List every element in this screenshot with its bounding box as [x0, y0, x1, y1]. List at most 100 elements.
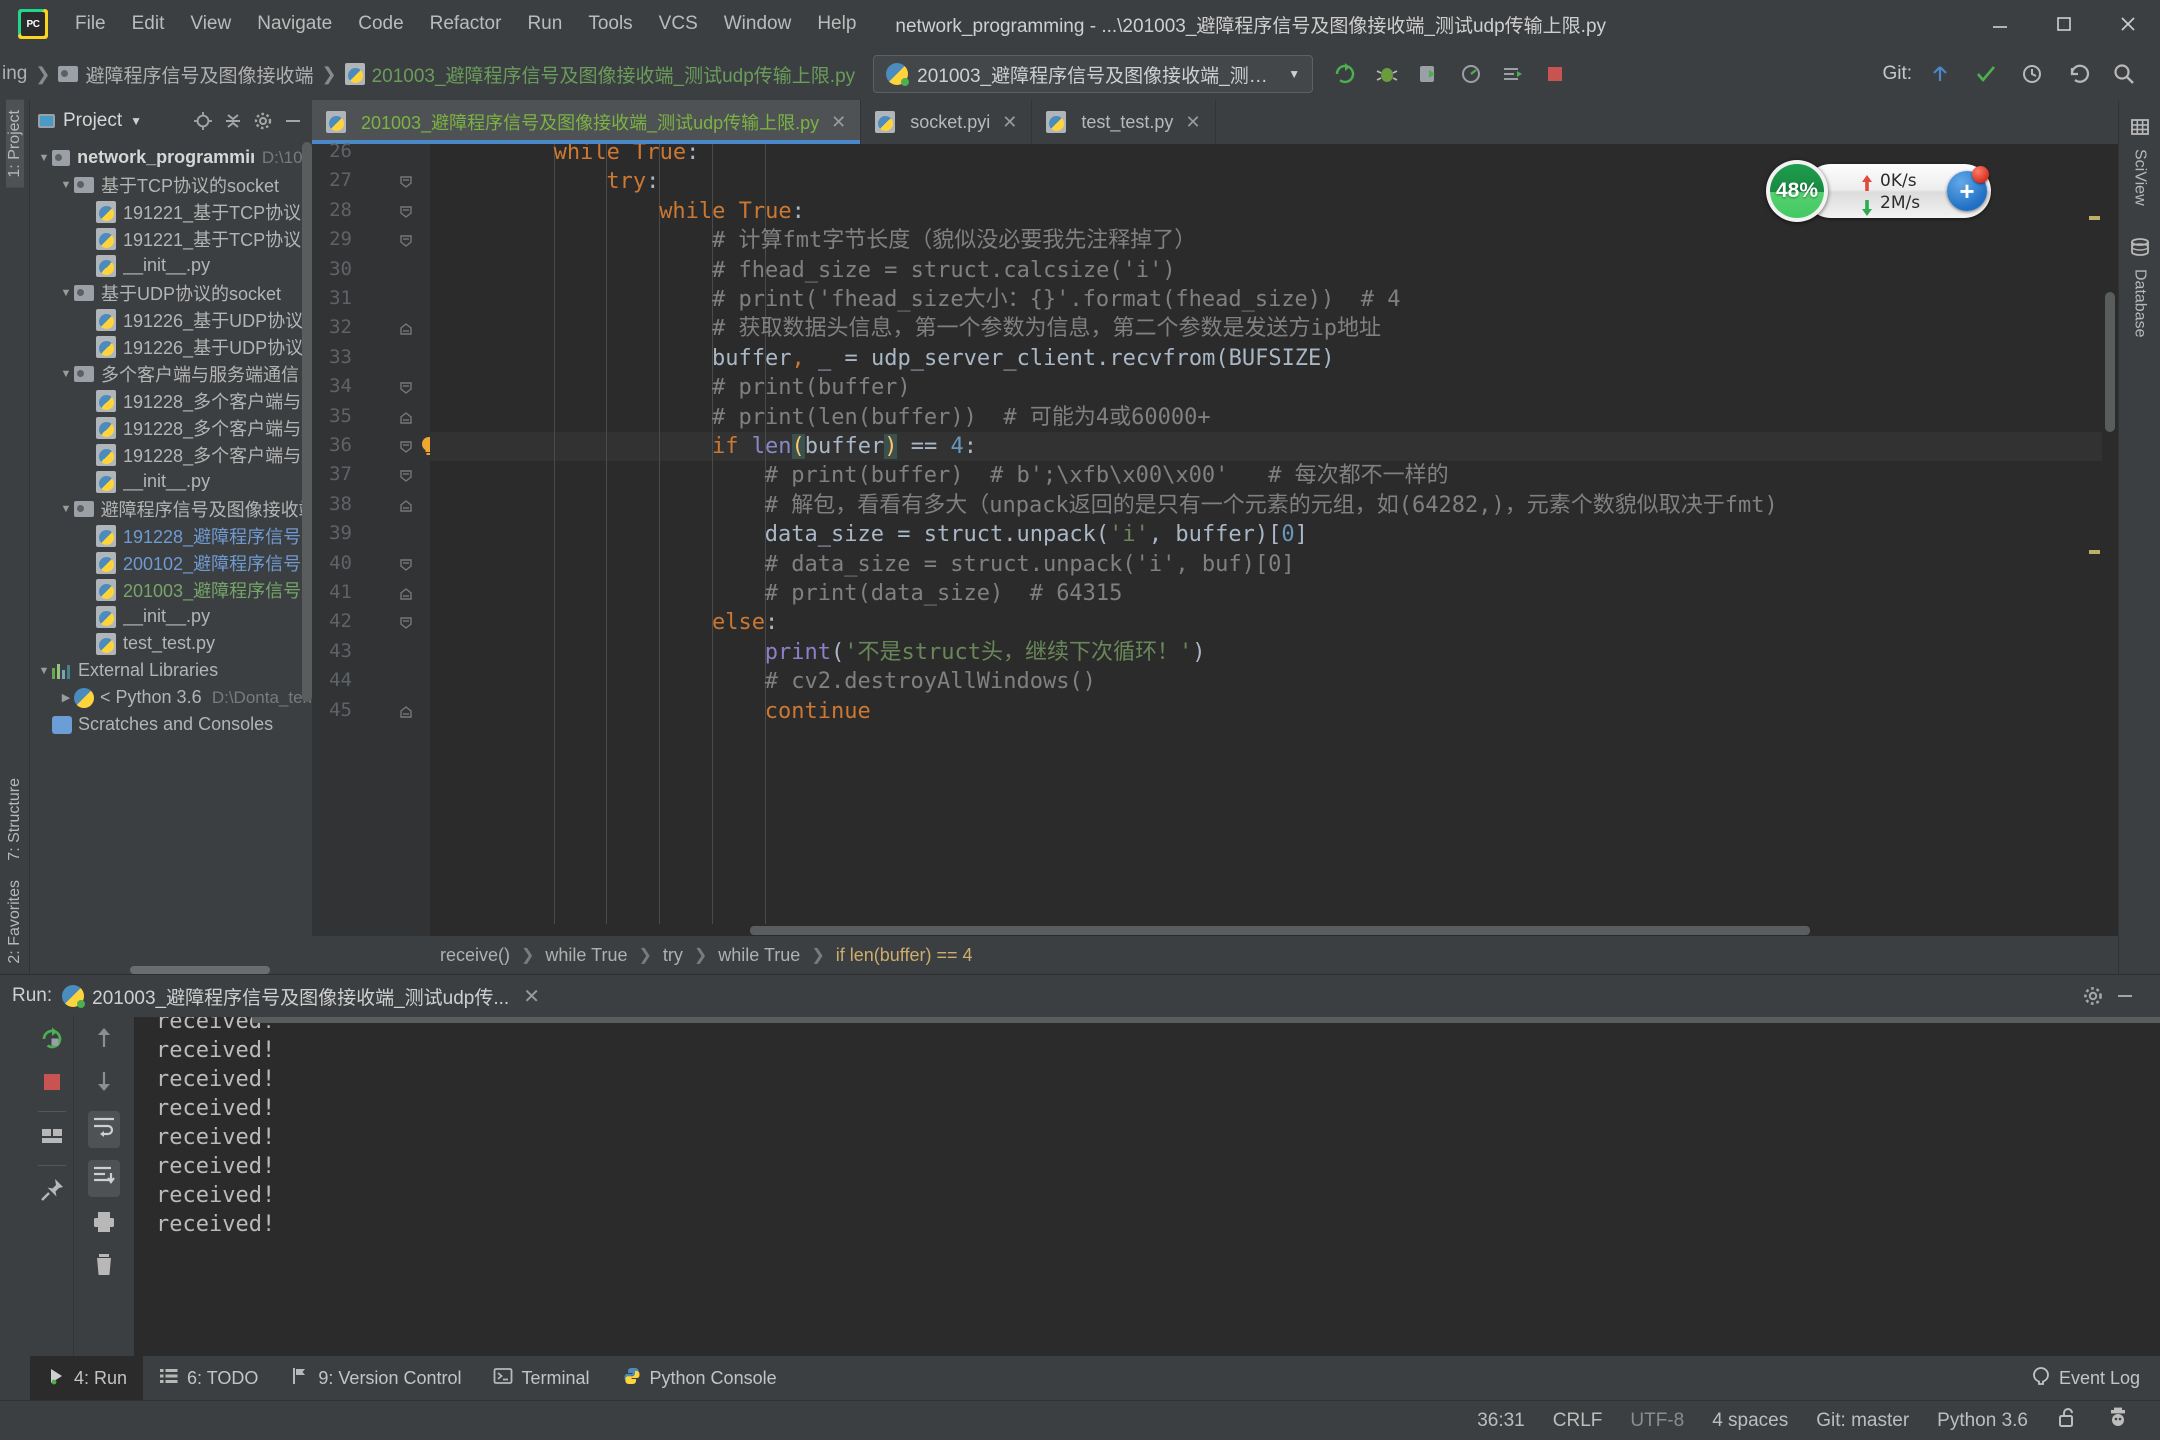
close-icon[interactable]: ✕: [1185, 112, 1200, 133]
tree-item[interactable]: __init__.py: [30, 252, 312, 279]
rerun-icon[interactable]: [1327, 56, 1363, 92]
code-line[interactable]: buffer, _ = udp_server_client.recvfrom(B…: [430, 344, 1335, 373]
line-number[interactable]: 44: [329, 669, 352, 691]
fold-open-icon[interactable]: [398, 174, 414, 190]
project-tree-hscrollbar[interactable]: [130, 966, 270, 974]
chevron-down-icon[interactable]: ▼: [130, 114, 142, 128]
sidebar-item-project[interactable]: 1: Project: [5, 100, 24, 188]
code-line[interactable]: # print(data_size) # 64315: [430, 579, 1123, 608]
network-usage-gauge[interactable]: 48%: [1766, 160, 1828, 222]
code-breadcrumb-item[interactable]: if len(buffer) == 4: [836, 945, 973, 966]
hscroll-thumb[interactable]: [750, 926, 1810, 935]
unlocked-icon[interactable]: [2042, 1406, 2092, 1436]
run-configuration-selector[interactable]: 201003_避障程序信号及图像接收端_测试udp传输上限 ▼: [873, 55, 1314, 93]
tree-item[interactable]: ▼ 避障程序信号及图像接收端: [30, 495, 312, 522]
line-number[interactable]: 43: [329, 640, 352, 662]
chevron-right-icon[interactable]: ▶: [58, 691, 74, 704]
breadcrumb-file[interactable]: 201003_避障程序信号及图像接收端_测试udp传输上限.py: [344, 61, 855, 88]
line-number[interactable]: 36: [329, 434, 352, 456]
network-speed-widget[interactable]: 0K/s 2M/s + 48%: [1766, 160, 1991, 222]
tree-item[interactable]: Scratches and Consoles: [30, 711, 312, 738]
code-line[interactable]: continue: [430, 697, 871, 726]
line-separator[interactable]: CRLF: [1539, 1410, 1617, 1432]
code-breadcrumb-item[interactable]: while True: [718, 945, 800, 966]
console-output[interactable]: received! received! received! received! rece…: [134, 1017, 2160, 1356]
chevron-down-icon[interactable]: ▼: [58, 368, 74, 380]
fold-close-icon[interactable]: [398, 704, 414, 720]
code-line[interactable]: data_size = struct.unpack('i', buffer)[0…: [430, 520, 1308, 549]
close-icon[interactable]: ✕: [1002, 112, 1017, 133]
python-interpreter[interactable]: Python 3.6: [1923, 1410, 2042, 1432]
tree-item[interactable]: 191228_多个客户端与服务端: [30, 414, 312, 441]
fold-open-icon[interactable]: [398, 204, 414, 220]
tree-item[interactable]: ▼ External Libraries: [30, 657, 312, 684]
error-stripe-mark[interactable]: [2089, 550, 2100, 554]
pin-tab-icon[interactable]: [38, 1122, 66, 1155]
tree-item[interactable]: 201003_避障程序信号及图像: [30, 576, 312, 603]
menu-tools[interactable]: Tools: [575, 9, 645, 39]
code-line[interactable]: # print(buffer): [430, 373, 911, 402]
sidebar-item-favorites[interactable]: 2: Favorites: [6, 870, 24, 974]
sidebar-item-structure[interactable]: 7: Structure: [6, 768, 24, 871]
gear-icon[interactable]: [2082, 985, 2104, 1007]
tree-item[interactable]: 200102_避障程序信号及图像: [30, 549, 312, 576]
line-number[interactable]: 32: [329, 316, 352, 338]
console-scrollbar[interactable]: [252, 1017, 2160, 1023]
run-session-tab[interactable]: 201003_避障程序信号及图像接收端_测试udp传... ✕: [62, 983, 540, 1010]
code-line[interactable]: else:: [430, 608, 778, 637]
menu-code[interactable]: Code: [345, 9, 416, 39]
run-to-cursor-icon[interactable]: [1495, 56, 1531, 92]
up-icon[interactable]: [91, 1025, 117, 1056]
tree-item[interactable]: test_test.py: [30, 630, 312, 657]
menu-file[interactable]: File: [62, 9, 119, 39]
code-line[interactable]: # print(len(buffer)) # 可能为4或60000+: [430, 403, 1211, 432]
line-number[interactable]: 45: [329, 699, 352, 721]
code-breadcrumb-item[interactable]: while True: [545, 945, 627, 966]
line-number[interactable]: 28: [329, 199, 352, 221]
menu-run[interactable]: Run: [514, 9, 575, 39]
caret-position[interactable]: 36:31: [1463, 1410, 1539, 1432]
code-line[interactable]: # 计算fmt字节长度（貌似没必要我先注释掉了）: [430, 226, 1196, 255]
code-line[interactable]: # 解包，看看有多大（unpack返回的是只有一个元素的元组，如(64282,)…: [430, 491, 1778, 520]
code-line[interactable]: if len(buffer) == 4:: [430, 432, 977, 461]
chevron-down-icon[interactable]: ▼: [58, 287, 74, 299]
rerun-icon[interactable]: [38, 1025, 66, 1058]
tree-item[interactable]: 191228_多个客户端与服务端: [30, 441, 312, 468]
line-number[interactable]: 27: [329, 169, 352, 191]
fold-close-icon[interactable]: [398, 321, 414, 337]
code-line[interactable]: try:: [430, 167, 659, 196]
bottom-tool-9-version-control[interactable]: 9: Version Control: [274, 1356, 477, 1400]
editor-tab[interactable]: socket.pyi ✕: [861, 100, 1033, 144]
history-icon[interactable]: [2014, 56, 2050, 92]
editor-tab[interactable]: test_test.py ✕: [1032, 100, 1216, 144]
line-number[interactable]: 34: [329, 375, 352, 397]
bottom-tool-python-console[interactable]: Python Console: [606, 1356, 793, 1400]
chevron-down-icon[interactable]: ▼: [58, 179, 74, 191]
line-number[interactable]: 26: [329, 140, 352, 162]
hide-icon[interactable]: [282, 110, 304, 132]
close-icon[interactable]: ✕: [831, 112, 846, 133]
code-content[interactable]: while True: try: while True: # 计算fmt字节长度（貌似…: [430, 144, 2118, 936]
menu-navigate[interactable]: Navigate: [244, 9, 345, 39]
line-number[interactable]: 37: [329, 463, 352, 485]
fold-close-icon[interactable]: [398, 586, 414, 602]
print-icon[interactable]: [91, 1209, 117, 1240]
event-log-button[interactable]: Event Log: [2031, 1366, 2160, 1391]
project-tree[interactable]: ▼ network_programming D:\10_ ▼ 基于TCP协议的socke…: [30, 142, 312, 974]
menu-refactor[interactable]: Refactor: [417, 9, 515, 39]
line-number[interactable]: 38: [329, 493, 352, 515]
tree-item[interactable]: 191221_基于TCP协议的soc: [30, 225, 312, 252]
line-number[interactable]: 31: [329, 287, 352, 309]
debug-icon[interactable]: [1369, 56, 1405, 92]
file-encoding[interactable]: UTF-8: [1616, 1410, 1698, 1432]
code-line[interactable]: while True:: [430, 144, 700, 167]
line-number[interactable]: 41: [329, 581, 352, 603]
clear-all-icon[interactable]: [91, 1252, 117, 1283]
tree-item[interactable]: 191226_基于UDP协议的soc: [30, 333, 312, 360]
scroll-to-end-icon[interactable]: [88, 1160, 120, 1197]
tree-item[interactable]: ▼ 基于UDP协议的socket: [30, 279, 312, 306]
menu-help[interactable]: Help: [804, 9, 869, 39]
bottom-tool-terminal[interactable]: Terminal: [477, 1356, 605, 1400]
fold-open-icon[interactable]: [398, 439, 414, 455]
menu-edit[interactable]: Edit: [119, 9, 178, 39]
